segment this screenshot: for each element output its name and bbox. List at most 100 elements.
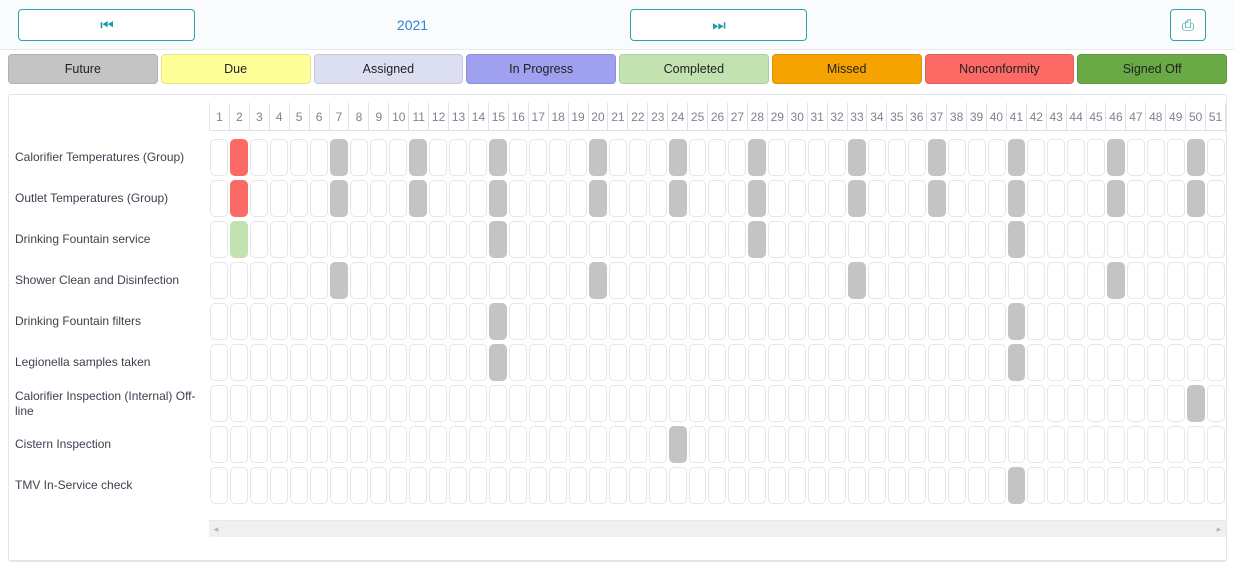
task-cell-w38[interactable] — [947, 303, 966, 340]
week-header-33[interactable]: 33 — [846, 103, 867, 131]
task-cell-w31[interactable] — [808, 344, 827, 381]
task-cell-w13[interactable] — [449, 139, 468, 176]
week-header-38[interactable]: 38 — [946, 103, 967, 131]
task-cell-w15-future[interactable] — [489, 344, 508, 381]
task-cell-w12[interactable] — [429, 426, 448, 463]
week-header-45[interactable]: 45 — [1085, 103, 1106, 131]
task-cell-w30[interactable] — [788, 303, 807, 340]
week-header-19[interactable]: 19 — [567, 103, 588, 131]
task-cell-w33-future[interactable] — [848, 139, 866, 176]
task-cell-w7-future[interactable] — [329, 262, 348, 299]
task-cell-w38[interactable] — [947, 467, 966, 504]
task-cell-w22[interactable] — [628, 139, 647, 176]
task-cell-w36[interactable] — [907, 139, 926, 176]
task-cell-w13[interactable] — [449, 180, 468, 217]
task-label[interactable]: Calorifier Temperatures (Group) — [9, 137, 209, 178]
week-header-17[interactable]: 17 — [527, 103, 548, 131]
task-cell-w3[interactable] — [249, 139, 268, 176]
task-cell-w27[interactable] — [728, 139, 747, 176]
task-cell-w15[interactable] — [489, 426, 508, 463]
task-cell-w43[interactable] — [1047, 467, 1066, 504]
task-cell-w38[interactable] — [947, 385, 966, 422]
task-cell-w31[interactable] — [808, 467, 827, 504]
task-cell-w24[interactable] — [668, 344, 687, 381]
task-cell-w16[interactable] — [509, 139, 527, 176]
task-cell-w7[interactable] — [329, 303, 348, 340]
task-cell-w24-future[interactable] — [668, 139, 687, 176]
task-cell-w12[interactable] — [429, 262, 448, 299]
task-cell-w46[interactable] — [1107, 303, 1126, 340]
week-header-2[interactable]: 2 — [228, 103, 249, 131]
task-cell-w36[interactable] — [907, 262, 926, 299]
week-header-41[interactable]: 41 — [1005, 103, 1026, 131]
task-cell-w20[interactable] — [588, 303, 607, 340]
horizontal-scrollbar[interactable]: ◂ ▸ — [209, 520, 1226, 537]
task-cell-w36[interactable] — [907, 467, 926, 504]
task-cell-w34[interactable] — [867, 180, 886, 217]
task-cell-w27[interactable] — [728, 180, 747, 217]
task-cell-w33-future[interactable] — [848, 262, 866, 299]
task-cell-w19[interactable] — [568, 344, 587, 381]
task-cell-w37[interactable] — [927, 344, 946, 381]
task-cell-w43[interactable] — [1047, 180, 1066, 217]
task-cell-w43[interactable] — [1047, 221, 1066, 258]
task-cell-w1[interactable] — [210, 344, 228, 381]
week-header-25[interactable]: 25 — [687, 103, 708, 131]
task-cell-w14[interactable] — [469, 303, 488, 340]
task-cell-w24[interactable] — [668, 303, 687, 340]
task-cell-w51[interactable] — [1206, 180, 1225, 217]
week-header-22[interactable]: 22 — [627, 103, 648, 131]
task-cell-w4[interactable] — [269, 303, 288, 340]
task-cell-w8[interactable] — [349, 221, 368, 258]
task-cell-w16[interactable] — [509, 467, 527, 504]
task-cell-w7-future[interactable] — [329, 180, 348, 217]
task-cell-w5[interactable] — [289, 385, 308, 422]
task-cell-w15-future[interactable] — [489, 180, 508, 217]
task-cell-w28[interactable] — [748, 262, 767, 299]
task-cell-w21[interactable] — [608, 139, 627, 176]
task-cell-w45[interactable] — [1087, 426, 1106, 463]
task-cell-w28[interactable] — [748, 385, 767, 422]
task-cell-w47[interactable] — [1127, 467, 1146, 504]
task-cell-w44[interactable] — [1067, 385, 1086, 422]
task-cell-w10[interactable] — [389, 262, 408, 299]
task-cell-w26[interactable] — [708, 344, 727, 381]
task-cell-w46-future[interactable] — [1107, 139, 1126, 176]
task-cell-w13[interactable] — [449, 344, 468, 381]
task-cell-w45[interactable] — [1087, 303, 1106, 340]
task-cell-w23[interactable] — [648, 344, 667, 381]
task-cell-w3[interactable] — [249, 303, 268, 340]
task-cell-w49[interactable] — [1167, 385, 1185, 422]
task-cell-w42[interactable] — [1027, 139, 1046, 176]
task-cell-w37[interactable] — [927, 467, 946, 504]
task-cell-w48[interactable] — [1147, 467, 1165, 504]
week-header-37[interactable]: 37 — [926, 103, 947, 131]
task-cell-w49[interactable] — [1167, 467, 1185, 504]
task-cell-w37-future[interactable] — [927, 180, 946, 217]
task-cell-w31[interactable] — [808, 262, 827, 299]
task-cell-w21[interactable] — [608, 221, 627, 258]
task-cell-w37[interactable] — [927, 262, 946, 299]
task-cell-w9[interactable] — [369, 221, 388, 258]
week-header-5[interactable]: 5 — [288, 103, 309, 131]
task-cell-w48[interactable] — [1147, 344, 1165, 381]
task-cell-w25[interactable] — [688, 385, 707, 422]
task-cell-w19[interactable] — [568, 385, 587, 422]
task-cell-w30[interactable] — [788, 385, 807, 422]
task-cell-w43[interactable] — [1047, 385, 1066, 422]
task-cell-w17[interactable] — [529, 344, 547, 381]
task-cell-w26[interactable] — [708, 426, 727, 463]
task-cell-w29[interactable] — [768, 139, 787, 176]
task-cell-w8[interactable] — [349, 262, 368, 299]
task-cell-w4[interactable] — [269, 385, 288, 422]
task-cell-w35[interactable] — [887, 467, 906, 504]
task-cell-w29[interactable] — [768, 385, 787, 422]
task-cell-w24-future[interactable] — [668, 426, 687, 463]
task-cell-w41[interactable] — [1007, 262, 1026, 299]
week-header-39[interactable]: 39 — [966, 103, 986, 131]
task-cell-w16[interactable] — [509, 221, 527, 258]
week-header-23[interactable]: 23 — [647, 103, 668, 131]
task-cell-w3[interactable] — [249, 344, 268, 381]
task-cell-w31[interactable] — [808, 139, 827, 176]
task-cell-w45[interactable] — [1087, 139, 1106, 176]
